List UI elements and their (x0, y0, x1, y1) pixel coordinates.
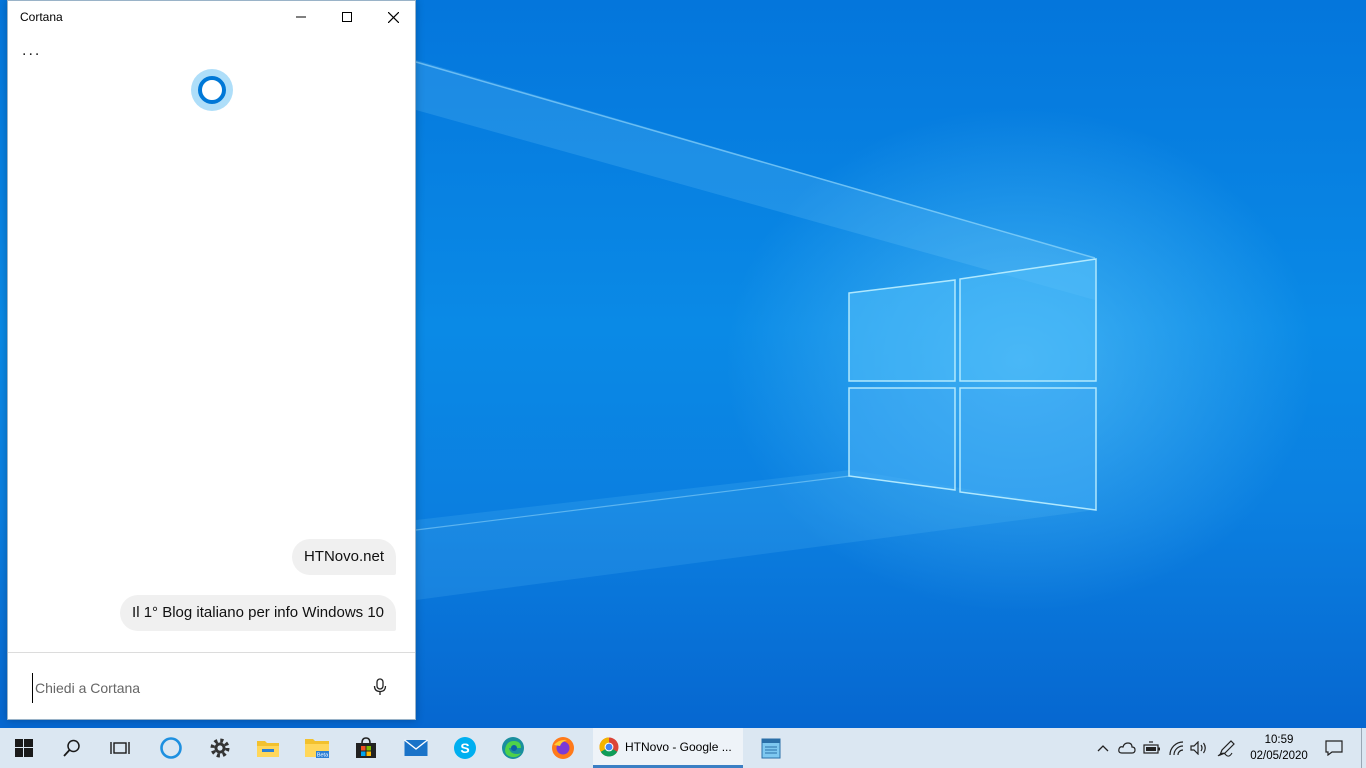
firefox-button[interactable] (539, 728, 587, 768)
active-app-label: HTNovo - Google ... (625, 739, 732, 754)
chrome-icon (599, 737, 619, 757)
mail-icon (404, 739, 428, 756)
edge-icon (502, 737, 524, 759)
task-view-button[interactable] (96, 728, 144, 768)
taskbar: Beta S HTNovo - Google ... 10:59 02/05/2… (0, 728, 1366, 768)
clock-date: 02/05/2020 (1250, 750, 1308, 762)
cortana-window: Cortana ... HTNovo.net Il 1° Blog italia… (7, 0, 416, 720)
start-button[interactable] (0, 728, 48, 768)
chat-message: Il 1° Blog italiano per info Windows 10 (120, 595, 396, 631)
chrome-taskbar-button[interactable]: HTNovo - Google ... (593, 728, 743, 768)
clock-time: 10:59 (1264, 734, 1294, 746)
folder-icon (257, 741, 279, 757)
pen-icon (1217, 740, 1235, 757)
pen-workspace-button[interactable] (1214, 728, 1240, 768)
divider (8, 652, 415, 653)
search-icon (63, 739, 80, 757)
close-icon (387, 11, 399, 23)
windows-logo-icon (15, 739, 33, 757)
file-explorer-button[interactable] (244, 728, 292, 768)
clock[interactable]: 10:59 02/05/2020 (1244, 732, 1314, 764)
settings-button[interactable] (196, 728, 244, 768)
minimize-icon (296, 16, 306, 18)
network-button[interactable] (1165, 728, 1189, 768)
notepad-button[interactable] (747, 728, 795, 768)
battery-icon (1143, 741, 1160, 754)
chat-message: HTNovo.net (291, 539, 396, 575)
skype-icon: S (454, 737, 476, 759)
microphone-icon (373, 678, 387, 695)
more-options-button[interactable]: ... (22, 43, 41, 59)
onedrive-button[interactable] (1115, 728, 1139, 768)
show-desktop-button[interactable] (1361, 728, 1366, 768)
beta-badge: Beta (317, 753, 329, 759)
cortana-button[interactable] (147, 728, 195, 768)
cortana-icon (160, 737, 182, 759)
maximize-icon (342, 12, 352, 22)
action-center-button[interactable] (1318, 728, 1350, 768)
volume-button[interactable] (1187, 728, 1211, 768)
firefox-icon (552, 737, 574, 759)
svg-text:S: S (460, 740, 469, 756)
battery-button[interactable] (1140, 728, 1164, 768)
title-bar[interactable]: Cortana (8, 1, 415, 33)
edge-button[interactable] (489, 728, 537, 768)
maximize-button[interactable] (324, 1, 370, 33)
mail-button[interactable] (392, 728, 440, 768)
skype-button[interactable]: S (441, 728, 489, 768)
cortana-logo-icon (191, 69, 233, 111)
speaker-icon (1190, 741, 1206, 755)
store-icon (356, 737, 376, 758)
show-hidden-icons-button[interactable] (1092, 728, 1114, 768)
gear-icon (210, 738, 230, 758)
task-view-icon (110, 742, 130, 754)
window-title: Cortana (20, 10, 63, 24)
cloud-icon (1118, 742, 1136, 754)
microphone-button[interactable] (368, 675, 392, 699)
ask-cortana-input[interactable] (32, 673, 357, 703)
search-button[interactable] (48, 728, 96, 768)
minimize-button[interactable] (278, 1, 324, 33)
file-explorer-beta-button[interactable]: Beta (293, 728, 341, 768)
wifi-icon (1169, 741, 1184, 756)
folder-beta-icon: Beta (305, 739, 329, 759)
notification-icon (1325, 740, 1343, 756)
notepad-icon (761, 738, 781, 759)
close-button[interactable] (370, 1, 416, 33)
chevron-up-icon (1097, 745, 1109, 752)
store-button[interactable] (342, 728, 390, 768)
